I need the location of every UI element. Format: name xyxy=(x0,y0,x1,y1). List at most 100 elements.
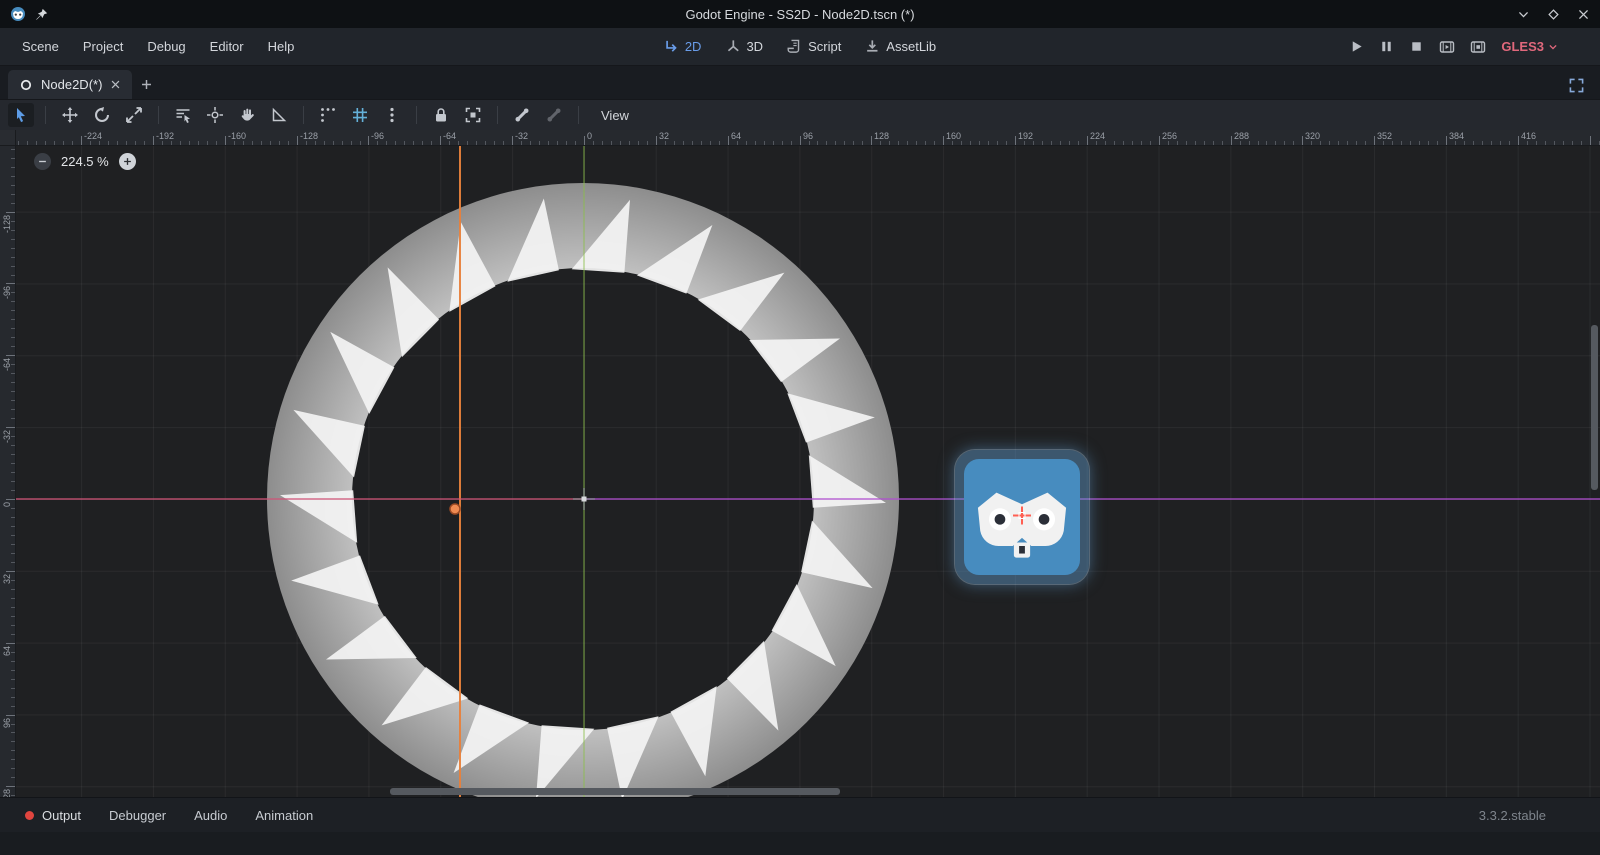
vertical-dots-icon xyxy=(384,107,400,123)
view-menu-button[interactable]: View xyxy=(590,103,640,128)
list-select-icon xyxy=(175,107,191,123)
group-object-button[interactable] xyxy=(460,103,486,127)
output-alert-dot xyxy=(25,811,34,820)
snap-options-button[interactable] xyxy=(379,103,405,127)
zoom-controls: 224.5 % xyxy=(34,153,136,170)
pause-button[interactable] xyxy=(1379,39,1394,54)
guide-handle-dot[interactable] xyxy=(450,504,460,514)
bone-icon xyxy=(514,107,530,123)
horizontal-ruler[interactable]: -224-192-160-128-96-64-32032649612816019… xyxy=(16,130,1600,146)
move-tool-button[interactable] xyxy=(57,103,83,127)
skeleton-bone-button[interactable] xyxy=(509,103,535,127)
godot-editor-window: Godot Engine - SS2D - Node2D.tscn (*) Sc… xyxy=(0,0,1600,855)
menubar: Scene Project Debug Editor Help 2D 3D Sc… xyxy=(0,28,1600,66)
ruler-corner xyxy=(0,130,16,146)
list-select-tool-button[interactable] xyxy=(170,103,196,127)
menu-debug[interactable]: Debug xyxy=(137,34,195,59)
lock-icon xyxy=(433,107,449,123)
play-custom-scene-button[interactable] xyxy=(1470,39,1486,55)
window-shade-icon[interactable] xyxy=(1517,8,1530,21)
origin-gizmo xyxy=(573,488,595,510)
workspace-3d[interactable]: 3D xyxy=(717,35,771,58)
play-scene-button[interactable] xyxy=(1439,39,1455,55)
plus-icon xyxy=(123,157,132,166)
stop-button[interactable] xyxy=(1409,39,1424,54)
panel-output-button[interactable]: Output xyxy=(14,803,92,828)
scene-tab-label: Node2D(*) xyxy=(41,77,102,92)
ruler-tool-button[interactable] xyxy=(266,103,292,127)
plus-icon xyxy=(140,78,153,91)
menu-help[interactable]: Help xyxy=(258,34,305,59)
zoom-out-button[interactable] xyxy=(34,153,51,170)
pivot-tool-button[interactable] xyxy=(202,103,228,127)
grid-snap-icon xyxy=(352,107,368,123)
horizontal-scrollbar[interactable] xyxy=(390,788,840,795)
smart-snap-button[interactable] xyxy=(315,103,341,127)
bottom-panel-bar: Output Debugger Audio Animation 3.3.2.st… xyxy=(0,797,1600,832)
canvas-viewport[interactable]: 224.5 % xyxy=(16,146,1600,797)
close-tab-icon[interactable] xyxy=(110,79,121,90)
select-arrow-icon xyxy=(13,107,29,123)
vertical-ruler[interactable]: -128-96-64-320326496128 xyxy=(0,146,16,797)
scene-tab-node2d[interactable]: Node2D(*) xyxy=(8,70,132,99)
panel-debugger-button[interactable]: Debugger xyxy=(98,803,177,828)
toolbar-separator xyxy=(303,106,304,124)
workspace-assetlib[interactable]: AssetLib xyxy=(857,35,944,58)
zoom-in-button[interactable] xyxy=(119,153,136,170)
ss2d-ring-shape[interactable] xyxy=(267,183,899,797)
scene-canvas[interactable] xyxy=(16,146,1600,797)
toolbar-separator xyxy=(45,106,46,124)
window-maximize-icon[interactable] xyxy=(1547,8,1560,21)
menu-editor[interactable]: Editor xyxy=(200,34,254,59)
titlebar: Godot Engine - SS2D - Node2D.tscn (*) xyxy=(0,0,1600,28)
lock-object-button[interactable] xyxy=(428,103,454,127)
minus-icon xyxy=(38,157,47,166)
smart-snap-icon xyxy=(320,107,336,123)
window-title: Godot Engine - SS2D - Node2D.tscn (*) xyxy=(0,7,1600,22)
new-scene-tab-button[interactable] xyxy=(132,70,160,99)
panel-audio-button[interactable]: Audio xyxy=(183,803,238,828)
scale-tool-button[interactable] xyxy=(121,103,147,127)
3d-icon xyxy=(725,39,740,54)
move-icon xyxy=(62,107,78,123)
window-close-icon[interactable] xyxy=(1577,8,1590,21)
scale-icon xyxy=(126,107,142,123)
group-icon xyxy=(465,107,481,123)
godot-icon-sprite[interactable] xyxy=(964,459,1080,575)
node-position-marker xyxy=(1011,505,1033,530)
menu-scene[interactable]: Scene xyxy=(12,34,69,59)
rotate-icon xyxy=(94,107,110,123)
window-footer xyxy=(0,832,1600,855)
select-tool-button[interactable] xyxy=(8,103,34,127)
renderer-select[interactable]: GLES3 xyxy=(1501,39,1558,54)
vertical-scrollbar[interactable] xyxy=(1591,325,1598,490)
godot-logo-icon xyxy=(10,6,26,22)
rotate-tool-button[interactable] xyxy=(89,103,115,127)
bone-options-icon xyxy=(546,107,562,123)
expand-icon xyxy=(1569,78,1584,93)
pin-icon[interactable] xyxy=(35,8,48,21)
toolbar-separator xyxy=(416,106,417,124)
canvas-toolbar: View xyxy=(0,99,1600,130)
engine-version: 3.3.2.stable xyxy=(1479,808,1586,823)
canvas-workspace: -224-192-160-128-96-64-32032649612816019… xyxy=(0,130,1600,797)
2d-icon xyxy=(664,39,679,54)
download-icon xyxy=(865,39,880,54)
chevron-down-icon xyxy=(1548,42,1558,52)
toolbar-separator xyxy=(578,106,579,124)
play-button[interactable] xyxy=(1349,39,1364,54)
script-icon xyxy=(787,39,802,54)
workspace-2d[interactable]: 2D xyxy=(656,35,710,58)
skeleton-options-button[interactable] xyxy=(541,103,567,127)
zoom-level[interactable]: 224.5 % xyxy=(61,154,109,169)
workspace-script[interactable]: Script xyxy=(779,35,849,58)
run-controls: GLES3 xyxy=(1349,39,1588,55)
pan-tool-button[interactable] xyxy=(234,103,260,127)
menu-project[interactable]: Project xyxy=(73,34,133,59)
distraction-free-button[interactable] xyxy=(1569,78,1584,93)
panel-animation-button[interactable]: Animation xyxy=(244,803,324,828)
scene-tabbar: Node2D(*) xyxy=(0,66,1600,99)
pivot-icon xyxy=(207,107,223,123)
node2d-icon xyxy=(19,78,33,92)
grid-snap-button[interactable] xyxy=(347,103,373,127)
